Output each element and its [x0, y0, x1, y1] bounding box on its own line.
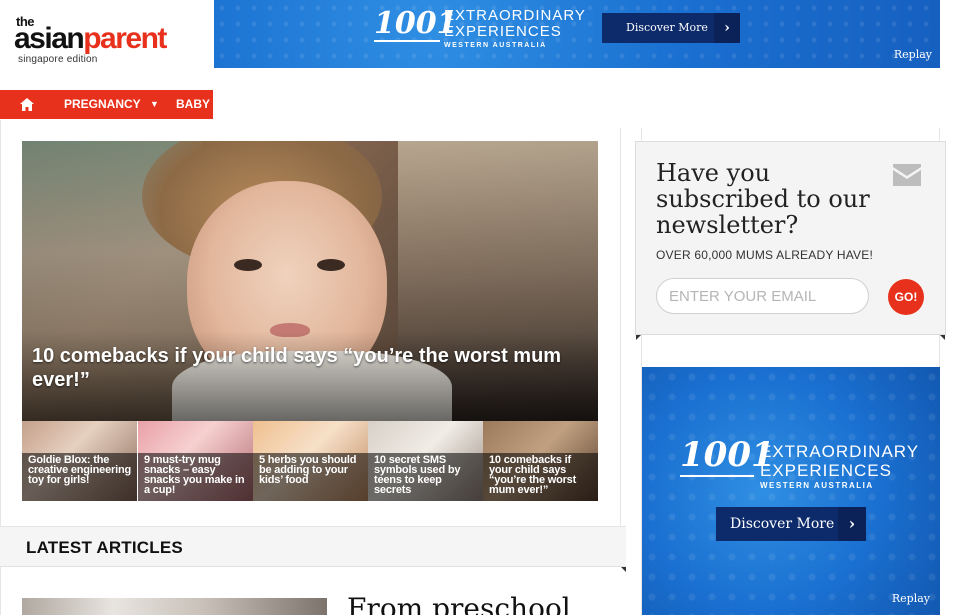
thumbnail-article[interactable]: 9 must-try mug snacks – easy snacks you … [138, 421, 253, 501]
ad-region: WESTERN AUSTRALIA [444, 42, 547, 49]
ad-brand-underline [680, 475, 754, 477]
thumbnail-article[interactable]: 5 herbs you should be adding to your kid… [253, 421, 368, 501]
thumbnail-article[interactable]: 10 comebacks if your child says “you’re … [483, 421, 598, 501]
thumbnail-caption: 9 must-try mug snacks – easy snacks you … [144, 454, 245, 496]
replay-button[interactable]: Replay [892, 592, 930, 605]
ad-tagline: EXTRAORDINARY EXPERIENCES [760, 442, 920, 480]
corner-marker [636, 335, 641, 340]
top-banner-ad[interactable]: 1001 EXTRAORDINARY EXPERIENCES WESTERN A… [214, 0, 940, 68]
main-nav: PREGNANCY ▼ BABY [0, 90, 213, 119]
ad-pattern [642, 367, 940, 615]
thumbnail-caption: 10 secret SMS symbols used by teens to k… [374, 454, 461, 496]
section-title: LATEST ARTICLES [26, 538, 183, 557]
side-banner-ad[interactable]: 1001 EXTRAORDINARY EXPERIENCES WESTERN A… [642, 367, 940, 615]
corner-marker [940, 335, 945, 340]
discover-more-button[interactable]: Discover More › [602, 13, 740, 43]
thumbnail-caption-bg: 10 comebacks if your child says “you’re … [483, 453, 598, 501]
newsletter-title: Have you subscribed to our newsletter? [656, 159, 870, 239]
subscribe-button[interactable]: GO! [888, 279, 924, 315]
chevron-right-icon: › [838, 507, 866, 541]
thumbnail-strip: Goldie Blox: the creative engineering to… [22, 421, 598, 501]
hero-photo-shape [234, 259, 262, 271]
newsletter-subtitle: OVER 60,000 MUMS ALREADY HAVE! [656, 248, 873, 262]
thumbnail-caption-bg: 10 secret SMS symbols used by teens to k… [368, 453, 483, 501]
logo-edition: singapore edition [18, 54, 98, 65]
thumbnail-caption-bg: 9 must-try mug snacks – easy snacks you … [138, 453, 253, 501]
chevron-right-icon: › [714, 13, 740, 43]
discover-more-button[interactable]: Discover More › [716, 507, 866, 541]
mail-icon [893, 164, 921, 186]
thumbnail-caption-bg: Goldie Blox: the creative engineering to… [22, 453, 137, 501]
hero-article[interactable]: 10 comebacks if your child says “you’re … [22, 141, 598, 421]
replay-button[interactable]: Replay [894, 48, 932, 61]
hero-headline[interactable]: 10 comebacks if your child says “you’re … [32, 344, 592, 392]
thumbnail-caption: 5 herbs you should be adding to your kid… [259, 454, 357, 486]
ad-region: WESTERN AUSTRALIA [760, 481, 874, 490]
article-title[interactable]: From preschool [347, 592, 571, 615]
thumbnail-article[interactable]: 10 secret SMS symbols used by teens to k… [368, 421, 483, 501]
nav-item-baby[interactable]: BABY [176, 90, 210, 119]
thumbnail-article[interactable]: Goldie Blox: the creative engineering to… [22, 421, 137, 501]
logo-wordmark: asianparent [14, 22, 167, 55]
article-thumbnail[interactable] [22, 598, 327, 615]
thumbnail-caption: 10 comebacks if your child says “you’re … [489, 454, 577, 496]
email-input[interactable] [656, 278, 869, 314]
ad-brand-underline [374, 40, 440, 42]
hero-photo-shape [317, 259, 345, 271]
latest-articles-header: LATEST ARTICLES [0, 527, 626, 567]
column-divider [620, 128, 621, 528]
ad-tagline: EXTRAORDINARY EXPERIENCES [444, 7, 586, 40]
corner-marker [621, 567, 626, 572]
site-logo[interactable]: the asianparent singapore edition [14, 14, 210, 65]
thumbnail-caption: Goldie Blox: the creative engineering to… [28, 454, 131, 486]
home-icon[interactable] [20, 98, 34, 111]
nav-item-pregnancy[interactable]: PREGNANCY [64, 90, 141, 119]
thumbnail-caption-bg: 5 herbs you should be adding to your kid… [253, 453, 368, 501]
newsletter-box: Have you subscribed to our newsletter? O… [635, 141, 946, 335]
chevron-down-icon[interactable]: ▼ [150, 90, 159, 119]
